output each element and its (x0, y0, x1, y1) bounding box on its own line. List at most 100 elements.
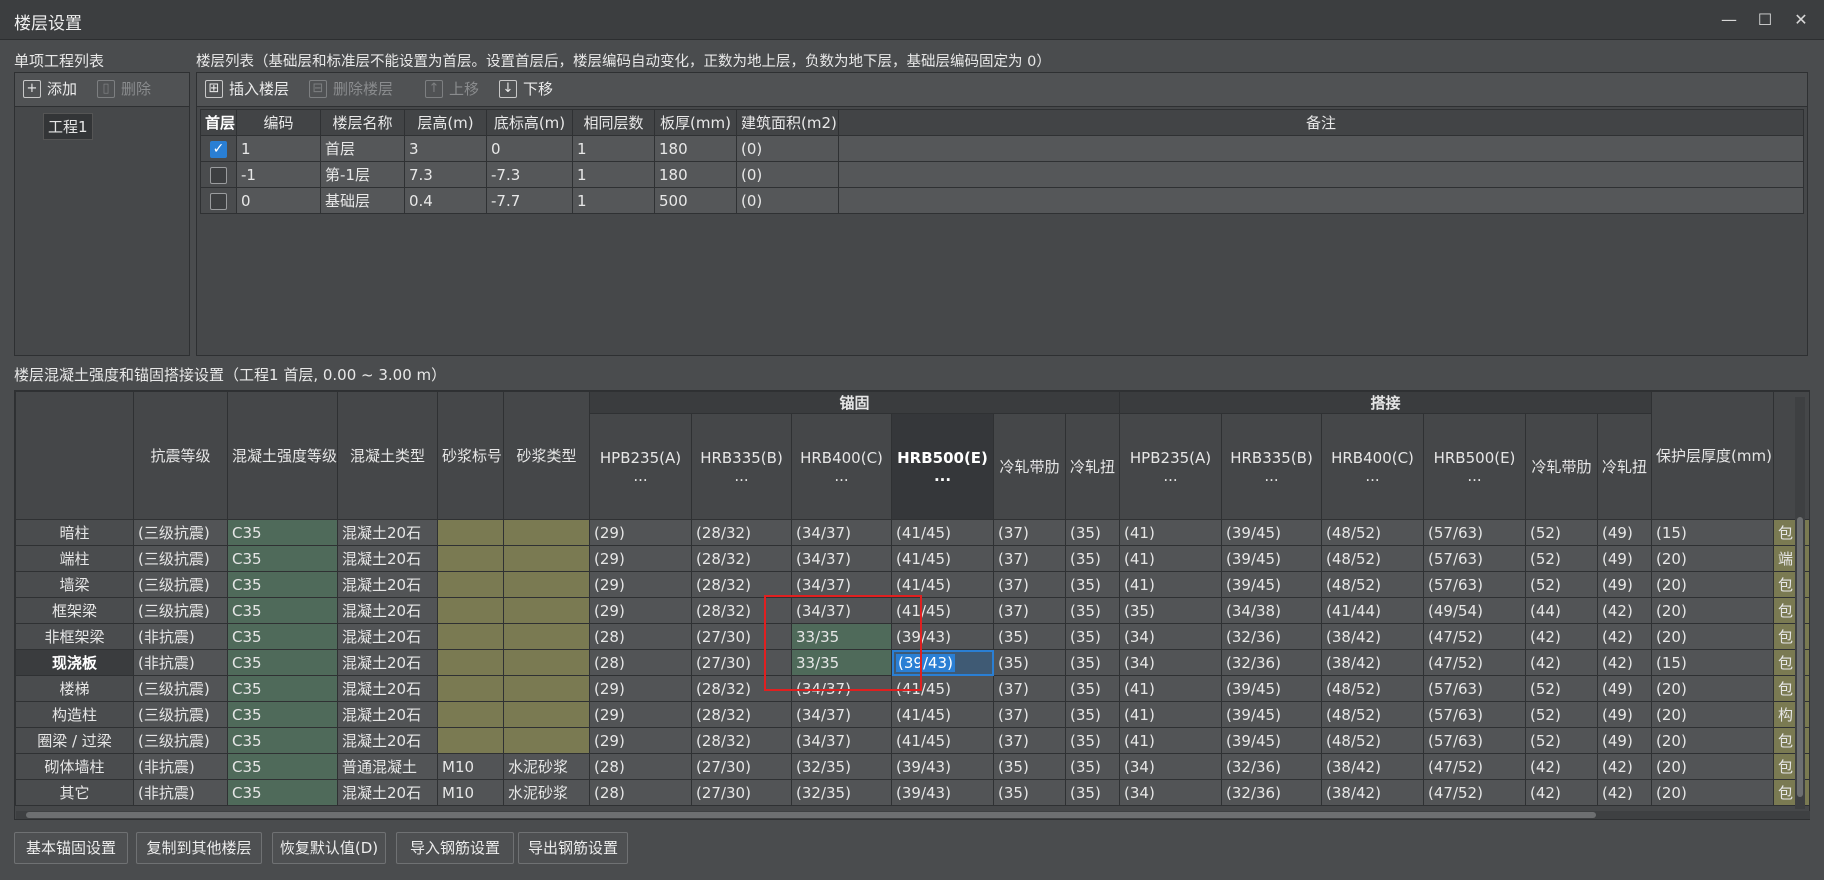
anchor-row[interactable]: 圈梁 / 过梁 (三级抗震) C35 混凝土20石 (29) (28/32) (34/37)… (15, 727, 1809, 754)
anchor-cell[interactable]: (49) (1597, 571, 1653, 598)
anchor-cell[interactable]: (27/30) (691, 753, 792, 780)
anchor-cell[interactable]: (20) (1651, 701, 1775, 728)
anchor-cell[interactable]: M10 (437, 753, 504, 780)
anchor-cell[interactable]: (48/52) (1321, 727, 1425, 754)
floor-cell[interactable]: 0 (236, 187, 321, 214)
anchor-cell[interactable]: (42) (1597, 753, 1653, 780)
anchor-cell[interactable]: (41) (1119, 545, 1223, 572)
anchor-cell[interactable]: (29) (589, 675, 692, 702)
anchor-cell[interactable]: (57/63) (1423, 545, 1527, 572)
anchor-cell[interactable] (437, 649, 504, 676)
anchor-cell[interactable]: (三级抗震) (133, 571, 228, 598)
anchor-cell[interactable]: (37) (993, 545, 1066, 572)
anchor-cell[interactable]: C35 (227, 779, 338, 806)
floor-cell[interactable]: 0 (486, 135, 573, 162)
floor-cell[interactable]: 基础层 (320, 187, 405, 214)
anchor-cell[interactable]: 混凝土20石 (337, 675, 438, 702)
anchor-cell[interactable]: (32/35) (791, 779, 892, 806)
anchor-cell[interactable]: M10 (437, 779, 504, 806)
anchor-cell[interactable]: C35 (227, 597, 338, 624)
anchor-row[interactable]: 构造柱 (三级抗震) C35 混凝土20石 (29) (28/32) (34/37) (41/… (15, 701, 1809, 728)
anchor-cell[interactable]: (41) (1119, 727, 1223, 754)
anchor-cell[interactable]: (35) (993, 649, 1066, 676)
anchor-cell[interactable]: 混凝土20石 (337, 519, 438, 546)
move-up-button[interactable]: ↑ 上移 (425, 73, 479, 105)
anchor-cell[interactable]: C35 (227, 701, 338, 728)
anchor-cell[interactable]: (三级抗震) (133, 597, 228, 624)
anchor-cell[interactable]: (42) (1597, 623, 1653, 650)
floor-cell[interactable]: 1 (572, 187, 655, 214)
floor-cell[interactable]: -7.7 (486, 187, 573, 214)
anchor-cell[interactable]: (35) (1064, 753, 1121, 780)
anchor-cell[interactable]: (37) (993, 597, 1066, 624)
anchor-cell[interactable]: (35) (1064, 727, 1121, 754)
basic-anchor-button[interactable]: 基本锚固设置 (14, 832, 128, 864)
anchor-cell[interactable]: C35 (227, 545, 338, 572)
anchor-cell[interactable]: 混凝土20石 (337, 597, 438, 624)
anchor-cell[interactable]: C35 (227, 649, 338, 676)
anchor-cell[interactable]: (42) (1525, 623, 1599, 650)
anchor-cell[interactable]: (47/52) (1423, 649, 1527, 676)
anchor-cell[interactable]: (34/38) (1221, 597, 1323, 624)
anchor-cell[interactable] (437, 727, 504, 754)
anchor-cell[interactable]: (34) (1119, 753, 1223, 780)
anchor-row[interactable]: 墙梁 (三级抗震) C35 混凝土20石 (29) (28/32) (34/37) (41/4… (15, 571, 1809, 598)
anchor-cell[interactable] (503, 701, 590, 728)
anchor-cell[interactable]: (20) (1651, 727, 1775, 754)
vertical-scrollbar[interactable] (1795, 397, 1805, 809)
anchor-cell[interactable]: (52) (1525, 519, 1599, 546)
anchor-cell[interactable]: (39/45) (1221, 701, 1323, 728)
anchor-cell[interactable]: (29) (589, 597, 692, 624)
anchor-cell[interactable]: 混凝土20石 (337, 623, 438, 650)
anchor-cell[interactable]: (49) (1597, 727, 1653, 754)
anchor-cell[interactable]: (34) (1119, 623, 1223, 650)
anchor-cell[interactable]: (41/45) (891, 571, 994, 598)
anchor-cell[interactable] (437, 675, 504, 702)
anchor-cell[interactable]: (20) (1651, 675, 1775, 702)
anchor-cell[interactable]: (42) (1525, 779, 1599, 806)
copy-to-floors-button[interactable]: 复制到其他楼层 (136, 832, 262, 864)
floor-cell[interactable] (838, 187, 1804, 214)
floor-cell[interactable]: (0) (736, 161, 839, 188)
insert-floor-button[interactable]: ⊞ 插入楼层 (205, 73, 289, 105)
anchor-cell[interactable]: (37) (993, 701, 1066, 728)
anchor-cell[interactable]: (49/54) (1423, 597, 1527, 624)
anchor-row[interactable]: 其它 (非抗震) C35 混凝土20石 M10 水泥砂浆 (28) (27/30) (32/35… (15, 779, 1809, 806)
anchor-cell[interactable]: C35 (227, 675, 338, 702)
anchor-cell[interactable] (503, 571, 590, 598)
anchor-row[interactable]: 暗柱 (三级抗震) C35 混凝土20石 (29) (28/32) (34/37) (41/4… (15, 519, 1809, 546)
anchor-cell[interactable]: (37) (993, 571, 1066, 598)
floor-cell[interactable] (838, 135, 1804, 162)
anchor-cell[interactable]: 混凝土20石 (337, 701, 438, 728)
anchor-cell[interactable]: (35) (1064, 675, 1121, 702)
anchor-cell[interactable]: (52) (1525, 545, 1599, 572)
checkbox-checked-icon[interactable]: ✓ (210, 140, 227, 158)
anchor-cell[interactable]: (41) (1119, 519, 1223, 546)
anchor-cell[interactable]: (20) (1651, 545, 1775, 572)
anchor-cell[interactable]: (28/32) (691, 727, 792, 754)
anchor-cell[interactable]: C35 (227, 727, 338, 754)
anchor-cell[interactable]: (39/45) (1221, 571, 1323, 598)
anchor-cell[interactable] (437, 545, 504, 572)
anchor-cell[interactable]: (15) (1651, 649, 1775, 676)
checkbox-icon[interactable] (210, 192, 227, 210)
anchor-cell[interactable]: 普通混凝土 (337, 753, 438, 780)
anchor-cell[interactable]: (28) (589, 649, 692, 676)
floor-cell[interactable]: 第-1层 (320, 161, 405, 188)
anchor-cell[interactable]: (48/52) (1321, 675, 1425, 702)
anchor-cell[interactable]: (48/52) (1321, 519, 1425, 546)
horizontal-scrollbar[interactable] (16, 811, 1810, 819)
anchor-cell[interactable]: (57/63) (1423, 675, 1527, 702)
anchor-cell[interactable]: (三级抗震) (133, 519, 228, 546)
anchor-cell[interactable]: (39/45) (1221, 675, 1323, 702)
anchor-cell[interactable] (437, 571, 504, 598)
export-rebar-button[interactable]: 导出钢筋设置 (518, 832, 628, 864)
anchor-cell[interactable]: (非抗震) (133, 623, 228, 650)
anchor-cell[interactable]: (34/37) (791, 701, 892, 728)
floor-cell[interactable]: (0) (736, 135, 839, 162)
anchor-cell[interactable]: (35) (993, 753, 1066, 780)
floor-cell[interactable]: 180 (654, 135, 737, 162)
anchor-cell[interactable]: (48/52) (1321, 545, 1425, 572)
anchor-row[interactable]: 砌体墙柱 (非抗震) C35 普通混凝土 M10 水泥砂浆 (28) (27/30) (32/3… (15, 753, 1809, 780)
anchor-cell[interactable]: (20) (1651, 623, 1775, 650)
